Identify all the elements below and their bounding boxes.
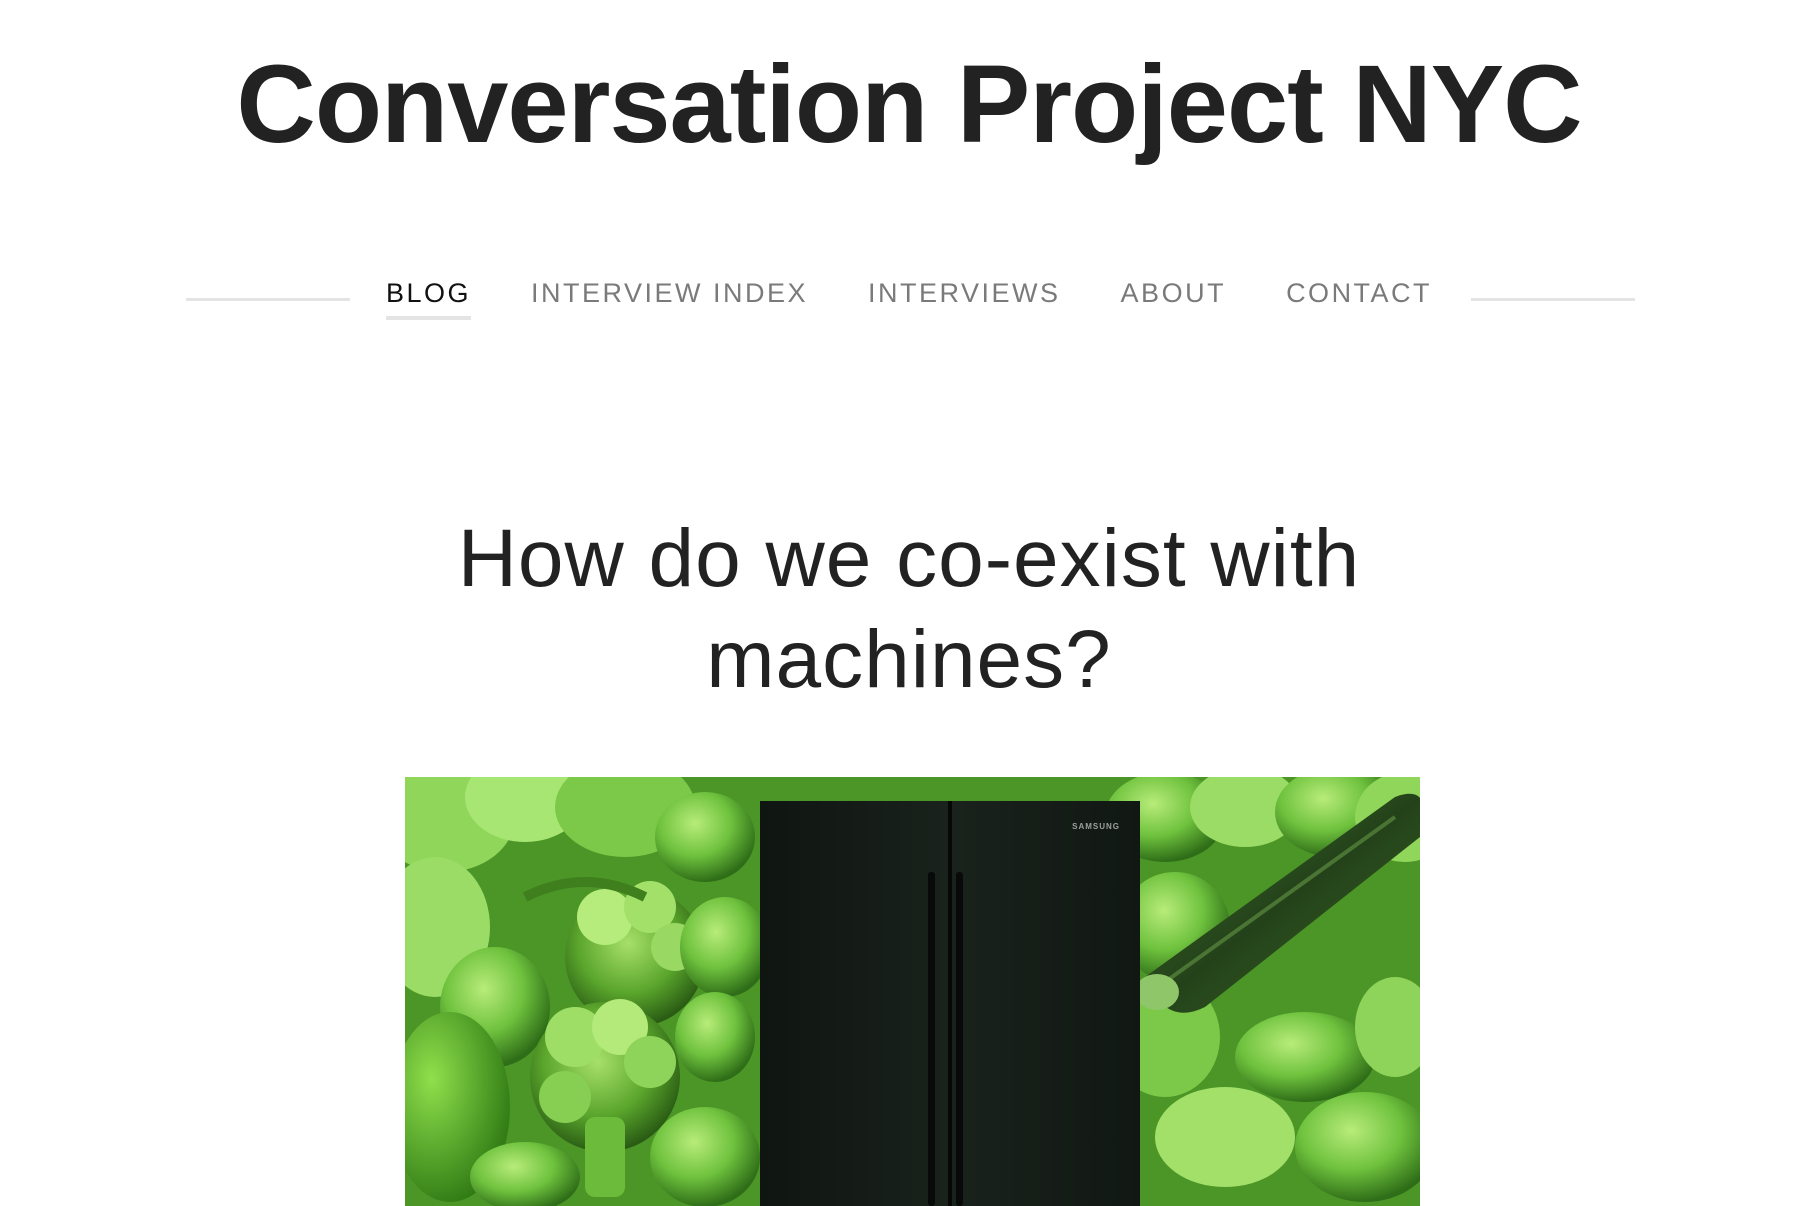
nav-item-about[interactable]: ABOUT [1121, 276, 1227, 320]
post-title[interactable]: How do we co-exist with machines? [0, 508, 1818, 710]
post-title-line-2: machines? [706, 614, 1112, 705]
fridge-brand-text: SAMSUNG [1072, 822, 1120, 831]
nav-item-blog[interactable]: BLOG [385, 276, 471, 320]
fridge: SAMSUNG [760, 801, 1140, 1206]
vegetables-fridge-illustration: SAMSUNG [405, 777, 1420, 1206]
site-title[interactable]: Conversation Project NYC [0, 40, 1818, 170]
nav-item-contact[interactable]: CONTACT [1286, 276, 1432, 320]
post-featured-image[interactable]: SAMSUNG [405, 777, 1420, 1206]
nav-divider-right [1471, 298, 1635, 301]
nav-item-interviews[interactable]: INTERVIEWS [868, 276, 1061, 320]
nav-item-interview-index[interactable]: INTERVIEW INDEX [531, 276, 808, 320]
left-vegetables [405, 777, 770, 1206]
main-nav: BLOG INTERVIEW INDEX INTERVIEWS ABOUT CO… [0, 276, 1818, 336]
post-title-line-1: How do we co-exist with [457, 513, 1361, 604]
